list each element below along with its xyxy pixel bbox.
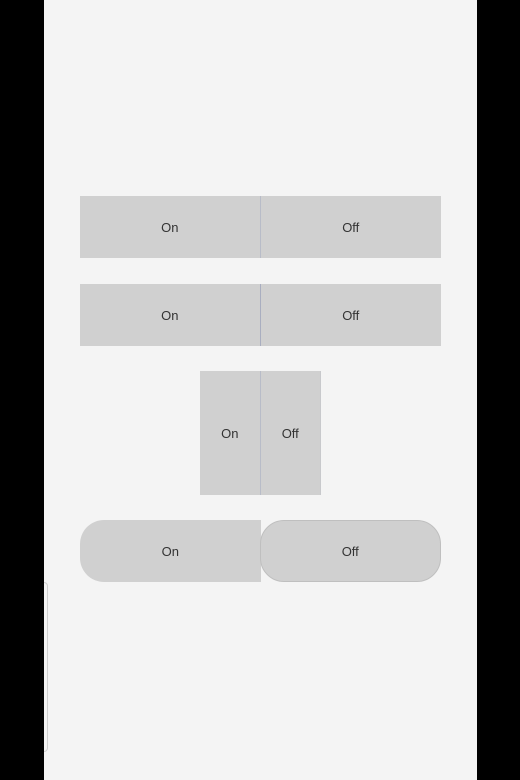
toggle-on-button[interactable]: On bbox=[80, 284, 261, 346]
segmented-toggle-2: On Off bbox=[80, 284, 441, 346]
segmented-toggle-3: On Off bbox=[200, 371, 321, 495]
toggle-off-button[interactable]: Off bbox=[260, 196, 441, 258]
segmented-toggle-4: On Off bbox=[80, 520, 441, 582]
toggle-off-button[interactable]: Off bbox=[260, 284, 441, 346]
toggle-on-button[interactable]: On bbox=[80, 196, 261, 258]
segmented-toggle-1: On Off bbox=[80, 196, 441, 258]
toggle-on-button[interactable]: On bbox=[200, 371, 261, 495]
toggle-off-button[interactable]: Off bbox=[260, 371, 321, 495]
side-edge-handle bbox=[44, 582, 48, 752]
toggle-off-button[interactable]: Off bbox=[259, 520, 441, 582]
toggle-on-button[interactable]: On bbox=[80, 520, 261, 582]
